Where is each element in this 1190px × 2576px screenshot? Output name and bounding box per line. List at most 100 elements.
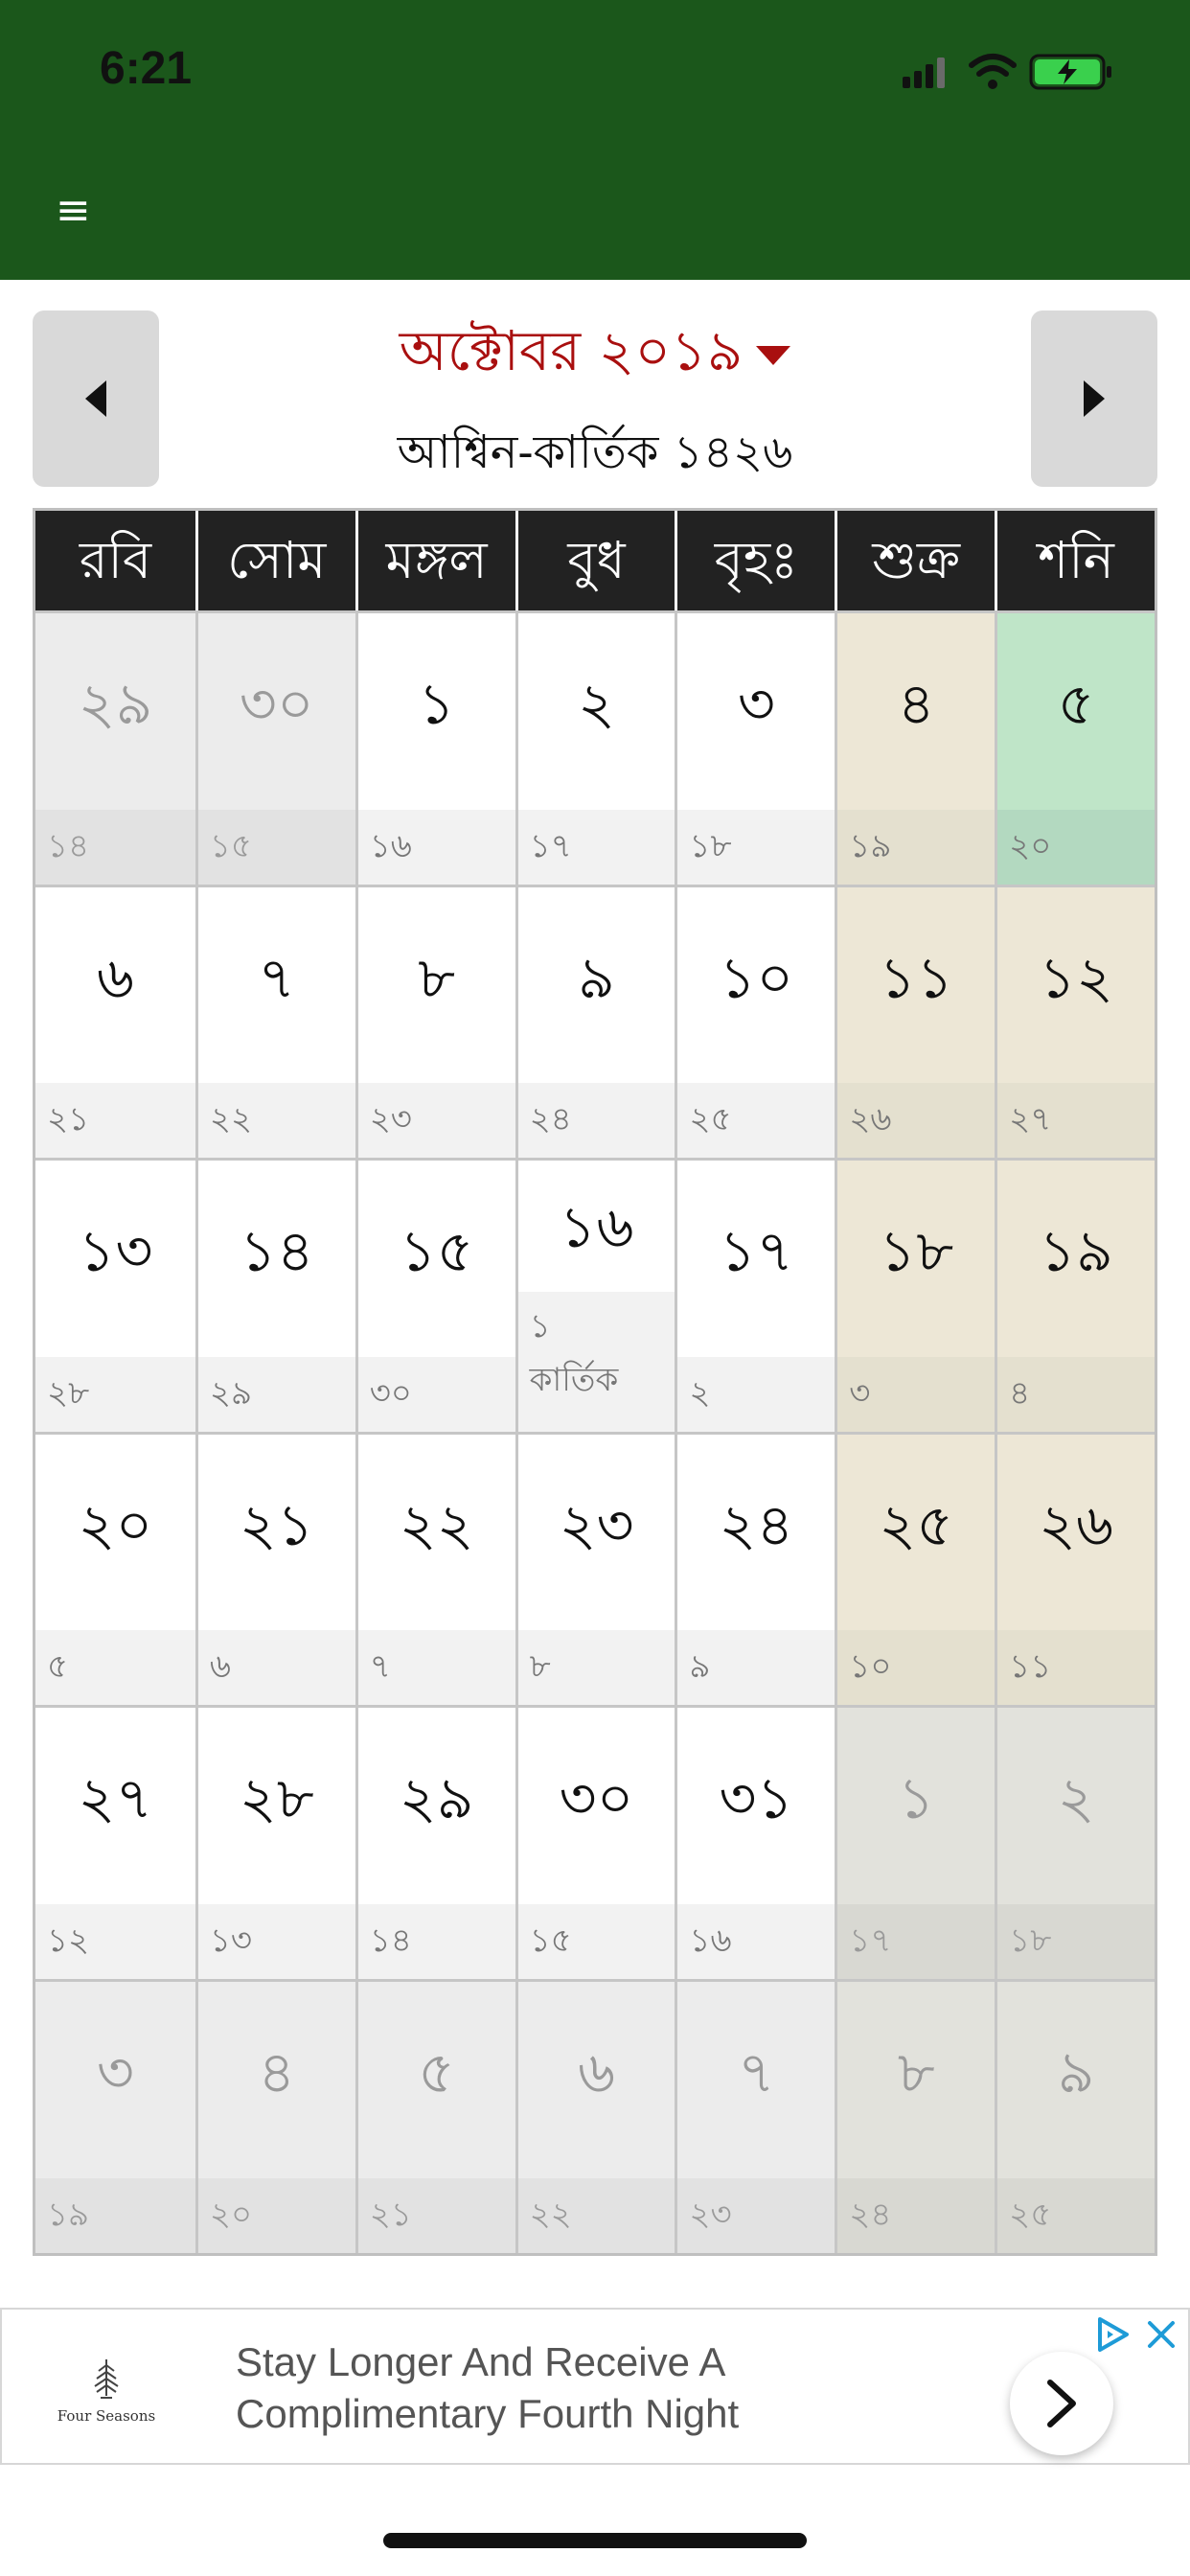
gregorian-date: ২৩ [559, 1491, 634, 1559]
calendar-day-cell[interactable]: ৭ ২২ [195, 884, 355, 1159]
ad-banner[interactable]: Four Seasons Stay Longer And Receive A C… [0, 2308, 1190, 2465]
gregorian-date: ৮ [897, 2038, 935, 2106]
calendar-day-cell[interactable]: ৩১ ১৬ [675, 1705, 835, 1979]
bengali-date: ৩০ [357, 1356, 515, 1432]
calendar-day-cell[interactable]: ৫ ২১ [355, 1978, 515, 2253]
gregorian-date: ১৮ [879, 1218, 954, 1286]
gregorian-date: ২২ [399, 1491, 474, 1559]
weekday-monday: সোম [195, 511, 355, 610]
previous-month-button[interactable] [33, 310, 159, 487]
bengali-date: ১৫ [517, 1903, 675, 1979]
calendar-day-cell[interactable]: ২০ ৫ [35, 1431, 195, 1706]
gregorian-date: ২৪ [719, 1491, 794, 1559]
ad-text-line2: Complimentary Fourth Night [236, 2391, 740, 2436]
calendar-day-cell[interactable]: ৮ ২৪ [835, 1978, 995, 2253]
gregorian-date: ১৭ [719, 1218, 794, 1286]
signal-icon [903, 58, 945, 88]
gregorian-date: ২ [1057, 1765, 1095, 1833]
calendar-day-cell[interactable]: ২৪ ৯ [675, 1431, 835, 1706]
bengali-date: ২৮ [35, 1356, 195, 1432]
weekday-wednesday: বুধ [515, 511, 675, 610]
calendar-day-cell[interactable]: ১৯ ৪ [995, 1158, 1155, 1432]
weekday-header: রবি সোম মঙ্গল বুধ বৃহঃ শুক্র শনি [35, 511, 1155, 610]
calendar-day-cell[interactable]: ২৯ ১৪ [355, 1705, 515, 1979]
calendar-day-cell[interactable]: ৯ ২৫ [995, 1978, 1155, 2253]
calendar-day-cell[interactable]: ১ ১৬ [355, 610, 515, 885]
ad-open-button[interactable] [1010, 2352, 1113, 2455]
bengali-date: ২৫ [997, 2177, 1155, 2253]
hamburger-menu-icon[interactable]: ≡ [56, 190, 94, 232]
gregorian-date: ৭ [737, 2038, 775, 2106]
calendar-day-cell[interactable]: ২৫ ১০ [835, 1431, 995, 1706]
bengali-date: ৩ [837, 1356, 995, 1432]
calendar-day-cell[interactable]: ৯ ২৪ [515, 884, 675, 1159]
bengali-date: ১৬ [677, 1903, 835, 1979]
bengali-date: ৮ [517, 1630, 675, 1706]
bengali-date: ১৪ [35, 809, 195, 885]
gregorian-date: ২ [577, 671, 615, 738]
calendar-day-cell[interactable]: ১৭ ২ [675, 1158, 835, 1432]
ad-choices-icon[interactable] [1094, 2315, 1133, 2354]
bengali-date: ২১ [35, 1083, 195, 1159]
calendar-day-cell[interactable]: ৩ ১৯ [35, 1978, 195, 2253]
calendar-grid: রবি সোম মঙ্গল বুধ বৃহঃ শুক্র শনি ২৯ ১৪ ৩০ ১… [33, 508, 1157, 2256]
gregorian-date: ১৪ [239, 1218, 314, 1286]
calendar-day-cell[interactable]: ১৬ ১ কার্তিক [515, 1158, 675, 1432]
bengali-date: ২২ [197, 1083, 355, 1159]
calendar-day-cell[interactable]: ২৩ ৮ [515, 1431, 675, 1706]
gregorian-date: ৪ [258, 2038, 296, 2106]
calendar-day-cell[interactable]: ১৮ ৩ [835, 1158, 995, 1432]
calendar-day-cell[interactable]: ১২ ২৭ [995, 884, 1155, 1159]
close-icon[interactable] [1144, 2317, 1179, 2352]
gregorian-date: ২৯ [78, 671, 153, 738]
calendar-day-cell[interactable]: ১ ১৭ [835, 1705, 995, 1979]
calendar-day-cell[interactable]: ১৫ ৩০ [355, 1158, 515, 1432]
calendar-day-cell[interactable]: ৩০ ১৫ [515, 1705, 675, 1979]
calendar-day-cell[interactable]: ২৬ ১১ [995, 1431, 1155, 1706]
calendar-day-cell[interactable]: ১০ ২৫ [675, 884, 835, 1159]
ad-brand-name: Four Seasons [57, 2407, 156, 2425]
calendar-day-cell[interactable]: ২৮ ১৩ [195, 1705, 355, 1979]
calendar-day-cell[interactable]: ১৪ ২৯ [195, 1158, 355, 1432]
bengali-date: ১৭ [517, 809, 675, 885]
gregorian-date: ২৭ [78, 1765, 153, 1833]
gregorian-date: ৮ [418, 944, 456, 1012]
calendar-day-cell[interactable]: ৪ ২০ [195, 1978, 355, 2253]
calendar-day-cell[interactable]: ২২ ৭ [355, 1431, 515, 1706]
calendar-day-cell[interactable]: ৩০ ১৫ [195, 610, 355, 885]
calendar-day-cell[interactable]: ২৯ ১৪ [35, 610, 195, 885]
calendar-day-cell[interactable]: ৬ ২১ [35, 884, 195, 1159]
bengali-date: ৪ [997, 1356, 1155, 1432]
status-time: 6:21 [100, 43, 193, 94]
bengali-date: ২৫ [677, 1083, 835, 1159]
calendar-day-cell[interactable]: ৫ ২০ [995, 610, 1155, 885]
gregorian-date: ২৫ [879, 1491, 954, 1559]
calendar-day-cell[interactable]: ২১ ৬ [195, 1431, 355, 1706]
calendar-day-cell[interactable]: ২৭ ১২ [35, 1705, 195, 1979]
gregorian-date: ১২ [1039, 944, 1114, 1012]
bengali-date: ২৪ [837, 2177, 995, 2253]
gregorian-date: ৬ [577, 2038, 615, 2106]
calendar-day-cell[interactable]: ২ ১৮ [995, 1705, 1155, 1979]
calendar-day-cell[interactable]: ৭ ২৩ [675, 1978, 835, 2253]
bengali-date: ১১ [997, 1630, 1155, 1706]
calendar-day-cell[interactable]: ১৩ ২৮ [35, 1158, 195, 1432]
gregorian-date: ২৬ [1039, 1491, 1114, 1559]
battery-charging-icon [1029, 54, 1111, 90]
gregorian-date: ১৬ [559, 1194, 634, 1262]
gregorian-date: ১৫ [399, 1218, 474, 1286]
next-month-button[interactable] [1031, 310, 1157, 487]
calendar-day-cell[interactable]: ৩ ১৮ [675, 610, 835, 885]
home-indicator [383, 2533, 807, 2548]
month-selector[interactable]: অক্টোবর ২০১৯ [287, 309, 903, 402]
tree-icon [94, 2359, 119, 2399]
calendar-day-cell[interactable]: ২ ১৭ [515, 610, 675, 885]
calendar-day-cell[interactable]: ১১ ২৬ [835, 884, 995, 1159]
calendar-day-cell[interactable]: ৮ ২৩ [355, 884, 515, 1159]
gregorian-date: ৩১ [719, 1765, 794, 1833]
bengali-date: ১৮ [677, 809, 835, 885]
gregorian-date: ১০ [719, 944, 794, 1012]
calendar-day-cell[interactable]: ৪ ১৯ [835, 610, 995, 885]
bengali-date: ১৮ [997, 1903, 1155, 1979]
calendar-day-cell[interactable]: ৬ ২২ [515, 1978, 675, 2253]
